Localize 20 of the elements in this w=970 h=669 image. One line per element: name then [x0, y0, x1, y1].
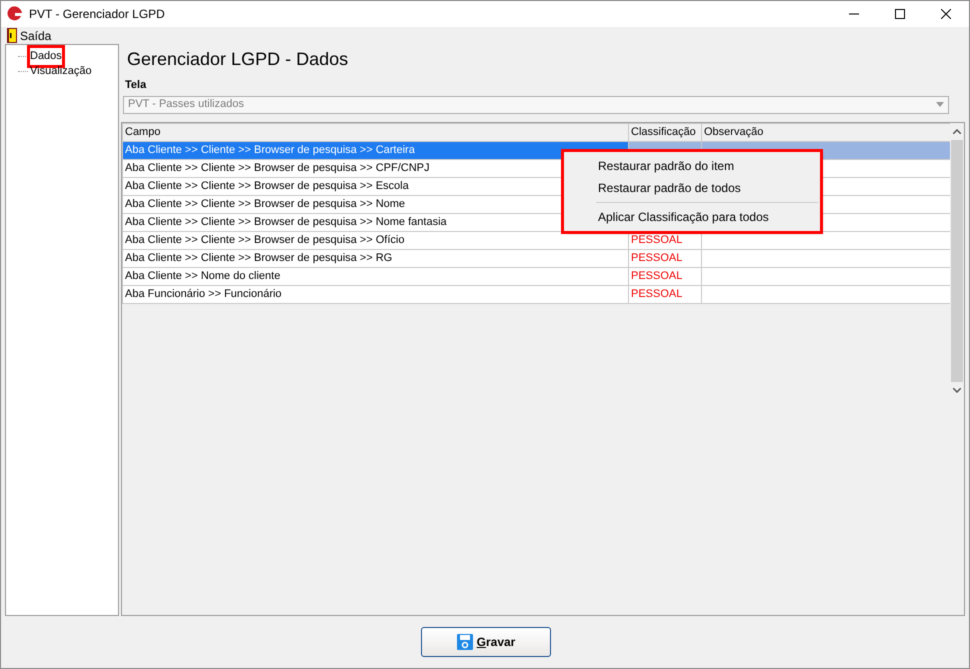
exit-door-icon [7, 28, 17, 43]
table-cell: PESSOAL [628, 285, 702, 303]
tree-item[interactable]: Visualização [30, 63, 92, 80]
field-label: Tela [125, 78, 148, 93]
menu-item[interactable]: Saída [20, 26, 52, 44]
window-title: PVT - Gerenciador LGPD [29, 6, 165, 23]
column-header[interactable]: Observação [702, 123, 950, 141]
tree-item[interactable]: Dados [30, 48, 62, 65]
column-header[interactable]: Classificação [628, 123, 702, 141]
page-heading: Gerenciador LGPD - Dados [127, 48, 350, 71]
close-icon[interactable] [941, 9, 951, 19]
table-cell: PESSOAL [628, 267, 702, 285]
save-button[interactable]: Gravar [421, 627, 551, 657]
table-cell: PESSOAL [628, 249, 702, 267]
table-cell[interactable]: Aba Cliente >> Cliente >> Browser de pesquisa >> RG [122, 249, 628, 267]
table-cell[interactable]: Aba Cliente >> Nome do cliente [122, 267, 628, 285]
app-logo-icon [7, 6, 23, 22]
column-header[interactable]: Campo [122, 123, 628, 141]
maximize-icon[interactable] [895, 9, 905, 19]
table-cell[interactable]: Aba Funcionário >> Funcionário [122, 285, 628, 303]
